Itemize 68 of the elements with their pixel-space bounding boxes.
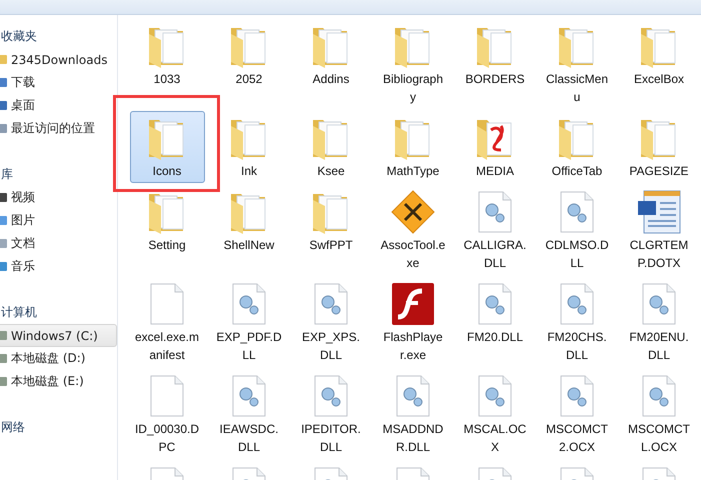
- file-item[interactable]: AssocTool.exe: [376, 185, 450, 275]
- file-item[interactable]: ExcelBox: [622, 19, 696, 109]
- gear-file-icon: [396, 375, 430, 417]
- file-item[interactable]: FlashPlayer.exe: [376, 277, 450, 367]
- nav-heading[interactable]: 收藏夹: [0, 25, 117, 48]
- file-item[interactable]: FM20ENU.DLL: [622, 277, 696, 367]
- nav-item[interactable]: 2345Downloads: [0, 48, 117, 71]
- file-item[interactable]: SwfPPT: [294, 185, 368, 275]
- nav-item[interactable]: 桌面: [0, 94, 117, 117]
- file-item[interactable]: CLGRTEMP.DOTX: [622, 185, 696, 275]
- file-item[interactable]: MSCOMCTL.OCX: [622, 369, 696, 459]
- file-item[interactable]: IPEDITOR.DLL: [294, 369, 368, 459]
- file-item[interactable]: CDLMSO.DLL: [540, 185, 614, 275]
- nav-heading[interactable]: 库: [0, 163, 117, 186]
- file-item[interactable]: Ink: [212, 111, 286, 183]
- gear-file-icon: [560, 191, 594, 233]
- nav-item[interactable]: 最近访问的位置: [0, 117, 117, 140]
- file-item[interactable]: FM20CHS.DLL: [540, 277, 614, 367]
- flash-icon: [390, 281, 436, 327]
- blank-file-icon: [150, 375, 184, 417]
- file-item[interactable]: FM20.DLL: [458, 277, 532, 367]
- file-item[interactable]: MSADDNDR.DLL: [376, 369, 450, 459]
- gear-file-icon: [232, 283, 266, 325]
- file-item[interactable]: OfficeTab: [540, 111, 614, 183]
- file-item[interactable]: excel.exe.manifest: [130, 277, 204, 367]
- gear-file-icon: [478, 283, 512, 325]
- nav-item[interactable]: 本地磁盘 (E:): [0, 370, 117, 393]
- file-item[interactable]: MSCAL.OCX: [458, 369, 532, 459]
- tools-sign-icon: [390, 189, 436, 235]
- nav-item[interactable]: 视频: [0, 186, 117, 209]
- file-item[interactable]: BORDERS: [458, 19, 532, 109]
- file-item[interactable]: Addins: [294, 19, 368, 109]
- gear-file-icon: [314, 375, 348, 417]
- file-item[interactable]: Ksee: [294, 111, 368, 183]
- nav-item[interactable]: 本地磁盘 (D:): [0, 347, 117, 370]
- nav-heading[interactable]: 计算机: [0, 301, 117, 324]
- file-item[interactable]: Icons: [130, 111, 204, 183]
- word-document-icon: [636, 189, 682, 235]
- file-item[interactable]: ClassicMenu: [540, 19, 614, 109]
- file-item[interactable]: Bibliography: [376, 19, 450, 109]
- gear-file-icon: [642, 375, 676, 417]
- file-item[interactable]: 1033: [130, 19, 204, 109]
- file-item[interactable]: IEAWSDC.DLL: [212, 369, 286, 459]
- gear-file-icon: [478, 375, 512, 417]
- nav-heading[interactable]: 网络: [0, 416, 117, 439]
- nav-item[interactable]: 下载: [0, 71, 117, 94]
- file-item[interactable]: MathType: [376, 111, 450, 183]
- nav-item[interactable]: 音乐: [0, 255, 117, 278]
- gear-file-icon: [642, 283, 676, 325]
- nav-item[interactable]: Windows7 (C:): [0, 324, 117, 347]
- file-item[interactable]: Setting: [130, 185, 204, 275]
- file-item[interactable]: CALLIGRA.DLL: [458, 185, 532, 275]
- file-item[interactable]: ID_00030.DPC: [130, 369, 204, 459]
- file-item[interactable]: MSCOMCT2.OCX: [540, 369, 614, 459]
- gear-file-icon: [478, 191, 512, 233]
- file-item[interactable]: MEDIA: [458, 111, 532, 183]
- nav-item[interactable]: 图片: [0, 209, 117, 232]
- nav-item[interactable]: 文档: [0, 232, 117, 255]
- file-item[interactable]: 2052: [212, 19, 286, 109]
- gear-file-icon: [314, 283, 348, 325]
- gear-file-icon: [560, 375, 594, 417]
- gear-file-icon: [560, 283, 594, 325]
- file-item[interactable]: EXP_PDF.DLL: [212, 277, 286, 367]
- file-item[interactable]: EXP_XPS.DLL: [294, 277, 368, 367]
- gear-file-icon: [232, 375, 266, 417]
- file-item[interactable]: ShellNew: [212, 185, 286, 275]
- blank-file-icon: [150, 283, 184, 325]
- file-item[interactable]: PAGESIZE: [622, 111, 696, 183]
